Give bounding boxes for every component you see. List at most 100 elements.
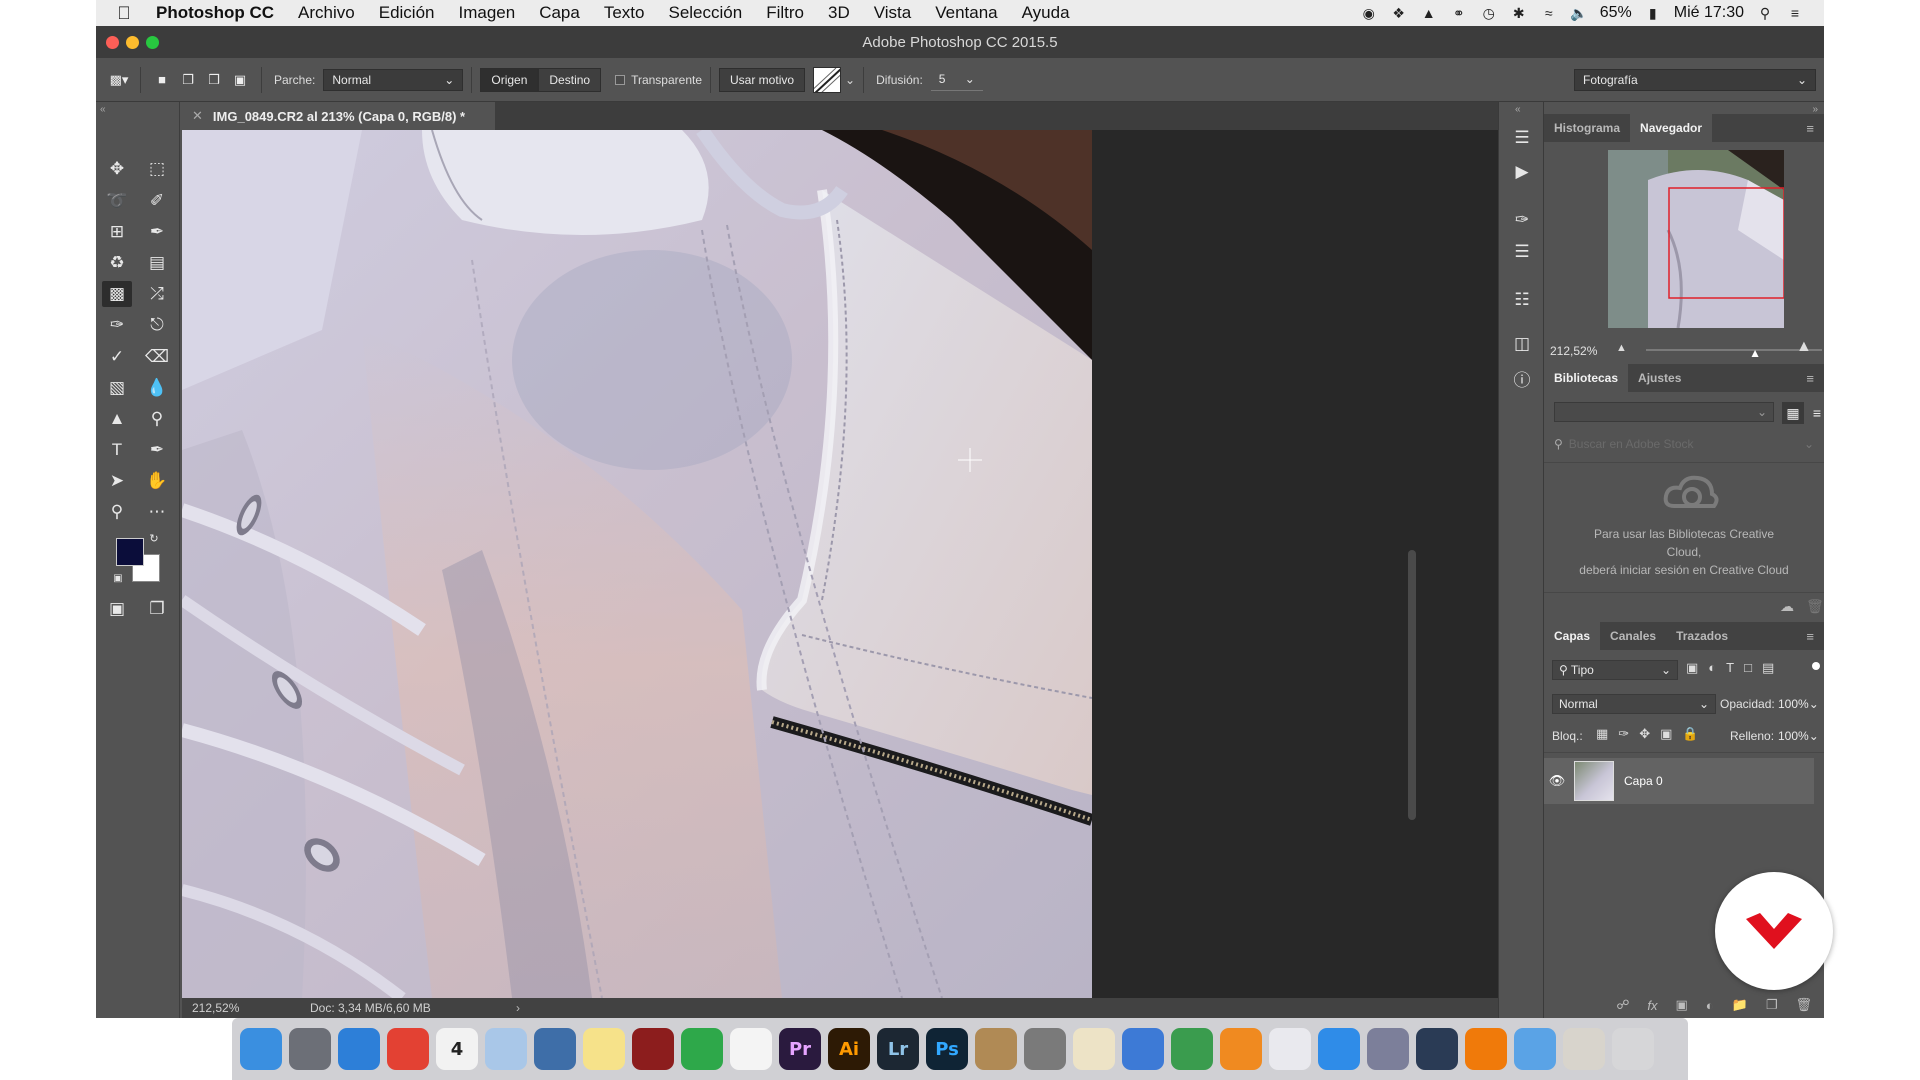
move-tool-icon[interactable]: ✥ bbox=[102, 156, 132, 182]
creative-cloud-icon[interactable]: ⚭ bbox=[1450, 5, 1468, 21]
dock-app-vlc[interactable] bbox=[1465, 1028, 1507, 1070]
workspace-select[interactable]: Fotografía ⌄ bbox=[1574, 68, 1816, 91]
lock-position-icon[interactable]: ✥ bbox=[1639, 726, 1650, 742]
layer-name[interactable]: Capa 0 bbox=[1624, 774, 1663, 788]
foreground-color-front[interactable] bbox=[116, 538, 144, 566]
quick-selection-icon[interactable]: ✐ bbox=[142, 188, 172, 214]
dock-app-xcode-preview[interactable] bbox=[534, 1028, 576, 1070]
tab-histograma[interactable]: Histograma bbox=[1544, 114, 1630, 142]
intersect-selection-icon[interactable]: ▣ bbox=[227, 67, 253, 93]
layer-visibility-eye-icon[interactable]: 👁 bbox=[1544, 773, 1570, 789]
zoom-tool-icon[interactable]: ⚲ bbox=[102, 499, 132, 525]
tab-canales[interactable]: Canales bbox=[1600, 622, 1666, 650]
status-menu-arrow-icon[interactable]: › bbox=[516, 1001, 520, 1015]
sharpen-tool-icon[interactable]: ▲ bbox=[102, 406, 132, 432]
dock-app-trash[interactable] bbox=[1612, 1028, 1654, 1070]
panel-menu-icon[interactable]: ≡ bbox=[1806, 629, 1814, 644]
gradient-tool-icon[interactable]: ▧ bbox=[102, 375, 132, 401]
new-adjustment-layer-icon[interactable]: ◐ bbox=[1706, 998, 1714, 1013]
image-canvas[interactable] bbox=[182, 130, 1092, 998]
dropbox-icon[interactable]: ❖ bbox=[1390, 5, 1408, 21]
layer-filter-select[interactable]: ⚲ Tipo ⌄ bbox=[1552, 660, 1678, 680]
spot-healing-icon[interactable]: ♻ bbox=[102, 250, 132, 276]
dock-app-quicktime[interactable] bbox=[1416, 1028, 1458, 1070]
dock-app-creative-cloud[interactable] bbox=[1367, 1028, 1409, 1070]
dock-app-keynote[interactable] bbox=[1122, 1028, 1164, 1070]
content-aware-move-icon[interactable]: ⤮ bbox=[142, 281, 172, 307]
menu-ventana[interactable]: Ventana bbox=[923, 3, 1009, 23]
lock-artboard-icon[interactable]: ▣ bbox=[1660, 726, 1672, 742]
link-layers-icon[interactable]: ☍ bbox=[1616, 997, 1629, 1013]
dock-app-system-preferences[interactable] bbox=[1024, 1028, 1066, 1070]
dock-app-photos[interactable] bbox=[730, 1028, 772, 1070]
transparente-checkbox[interactable]: Transparente bbox=[615, 73, 702, 87]
dock-app-itunes[interactable] bbox=[1269, 1028, 1311, 1070]
character-panel-icon[interactable]: ☷ bbox=[1507, 286, 1537, 314]
patch-tool-icon[interactable]: ▩ bbox=[102, 281, 132, 307]
filter-toggle-icon[interactable] bbox=[1812, 662, 1820, 670]
pen-tool-icon[interactable]: ✒ bbox=[142, 437, 172, 463]
tab-trazados[interactable]: Trazados bbox=[1666, 622, 1738, 650]
dock-app-ibooks[interactable] bbox=[1220, 1028, 1262, 1070]
device-preview-icon[interactable]: ◫ bbox=[1507, 330, 1537, 358]
menu-3d[interactable]: 3D bbox=[816, 3, 862, 23]
menu-ayuda[interactable]: Ayuda bbox=[1010, 3, 1082, 23]
zoom-in-icon[interactable]: ▲ bbox=[1796, 338, 1812, 356]
dodge-tool-icon[interactable]: ⚲ bbox=[142, 406, 172, 432]
quick-mask-icon[interactable]: ▣ bbox=[102, 596, 132, 622]
dock-app-finder[interactable] bbox=[240, 1028, 282, 1070]
dock-app-contacts[interactable] bbox=[975, 1028, 1017, 1070]
battery-icon[interactable]: ▮ bbox=[1644, 5, 1662, 21]
minimize-window-button[interactable] bbox=[126, 36, 139, 49]
close-window-button[interactable] bbox=[106, 36, 119, 49]
crop-tool-icon[interactable]: ⊞ bbox=[102, 219, 132, 245]
navigator-zoom-value[interactable]: 212,52% bbox=[1550, 344, 1597, 358]
wifi-icon[interactable]: ≈ bbox=[1540, 5, 1558, 21]
canvas-viewport[interactable] bbox=[182, 130, 1498, 1014]
clone-stamp-icon[interactable]: ⎋ bbox=[142, 312, 172, 338]
record-icon[interactable]: ◉ bbox=[1360, 5, 1378, 21]
menu-vista[interactable]: Vista bbox=[862, 3, 924, 23]
eyedropper-icon[interactable]: ✒ bbox=[142, 219, 172, 245]
menu-imagen[interactable]: Imagen bbox=[447, 3, 528, 23]
brush-tool-icon[interactable]: ✑ bbox=[102, 312, 132, 338]
eraser-tool-icon[interactable]: ⌫ bbox=[142, 344, 172, 370]
new-layer-icon[interactable]: ❐ bbox=[1766, 997, 1778, 1013]
lock-pixels-icon[interactable]: ✑ bbox=[1618, 726, 1629, 742]
shape-filter-icon[interactable]: □ bbox=[1744, 660, 1752, 676]
dock-app-preview[interactable] bbox=[485, 1028, 527, 1070]
dock-app-textedit[interactable] bbox=[1073, 1028, 1115, 1070]
document-tab[interactable]: ✕ IMG_0849.CR2 al 213% (Capa 0, RGB/8) * bbox=[182, 102, 496, 130]
adjust-panel-icon[interactable]: ☰ bbox=[1507, 238, 1537, 266]
tab-capas[interactable]: Capas bbox=[1544, 622, 1601, 650]
usar-motivo-button[interactable]: Usar motivo bbox=[719, 67, 806, 92]
library-select[interactable]: ⌄ bbox=[1554, 402, 1774, 422]
collapse-strip-icon[interactable]: « bbox=[1515, 104, 1521, 115]
cloud-sync-icon[interactable]: ☁ bbox=[1780, 598, 1794, 615]
new-selection-icon[interactable]: ■ bbox=[149, 67, 175, 93]
origen-button[interactable]: Origen bbox=[480, 67, 539, 92]
checkbox-box[interactable] bbox=[615, 74, 626, 85]
delete-library-icon[interactable]: 🗑 bbox=[1806, 598, 1824, 615]
add-selection-icon[interactable]: ❐ bbox=[175, 67, 201, 93]
navigator-thumbnail[interactable] bbox=[1608, 150, 1784, 328]
zoom-slider-thumb[interactable]: ▲ bbox=[1749, 346, 1761, 360]
dock-app-numbers[interactable] bbox=[1171, 1028, 1213, 1070]
dock-app-calendar[interactable]: 4 bbox=[436, 1028, 478, 1070]
panel-menu-icon[interactable]: ≡ bbox=[1806, 371, 1814, 386]
fill-input[interactable]: 100% ⌄ bbox=[1772, 726, 1822, 746]
path-selection-icon[interactable]: ➤ bbox=[102, 468, 132, 494]
vertical-scrollbar[interactable] bbox=[1408, 550, 1416, 820]
blur-tool-icon[interactable]: 💧 bbox=[142, 375, 172, 401]
menu-seleccion[interactable]: Selección bbox=[656, 3, 754, 23]
dock-app-premiere[interactable]: Pr bbox=[779, 1028, 821, 1070]
add-mask-icon[interactable]: ▣ bbox=[1675, 997, 1687, 1013]
default-colors-icon[interactable]: ▣ bbox=[110, 570, 126, 586]
ruler-icon[interactable]: ▤ bbox=[142, 250, 172, 276]
layer-row[interactable]: 👁 Capa 0 bbox=[1544, 758, 1814, 804]
more-tools-icon[interactable]: ⋯ bbox=[142, 499, 172, 525]
menu-archivo[interactable]: Archivo bbox=[286, 3, 367, 23]
apple-menu-icon[interactable]:  bbox=[104, 3, 144, 24]
pattern-swatch[interactable] bbox=[813, 66, 842, 93]
pattern-chevron-icon[interactable]: ⌄ bbox=[845, 73, 855, 87]
